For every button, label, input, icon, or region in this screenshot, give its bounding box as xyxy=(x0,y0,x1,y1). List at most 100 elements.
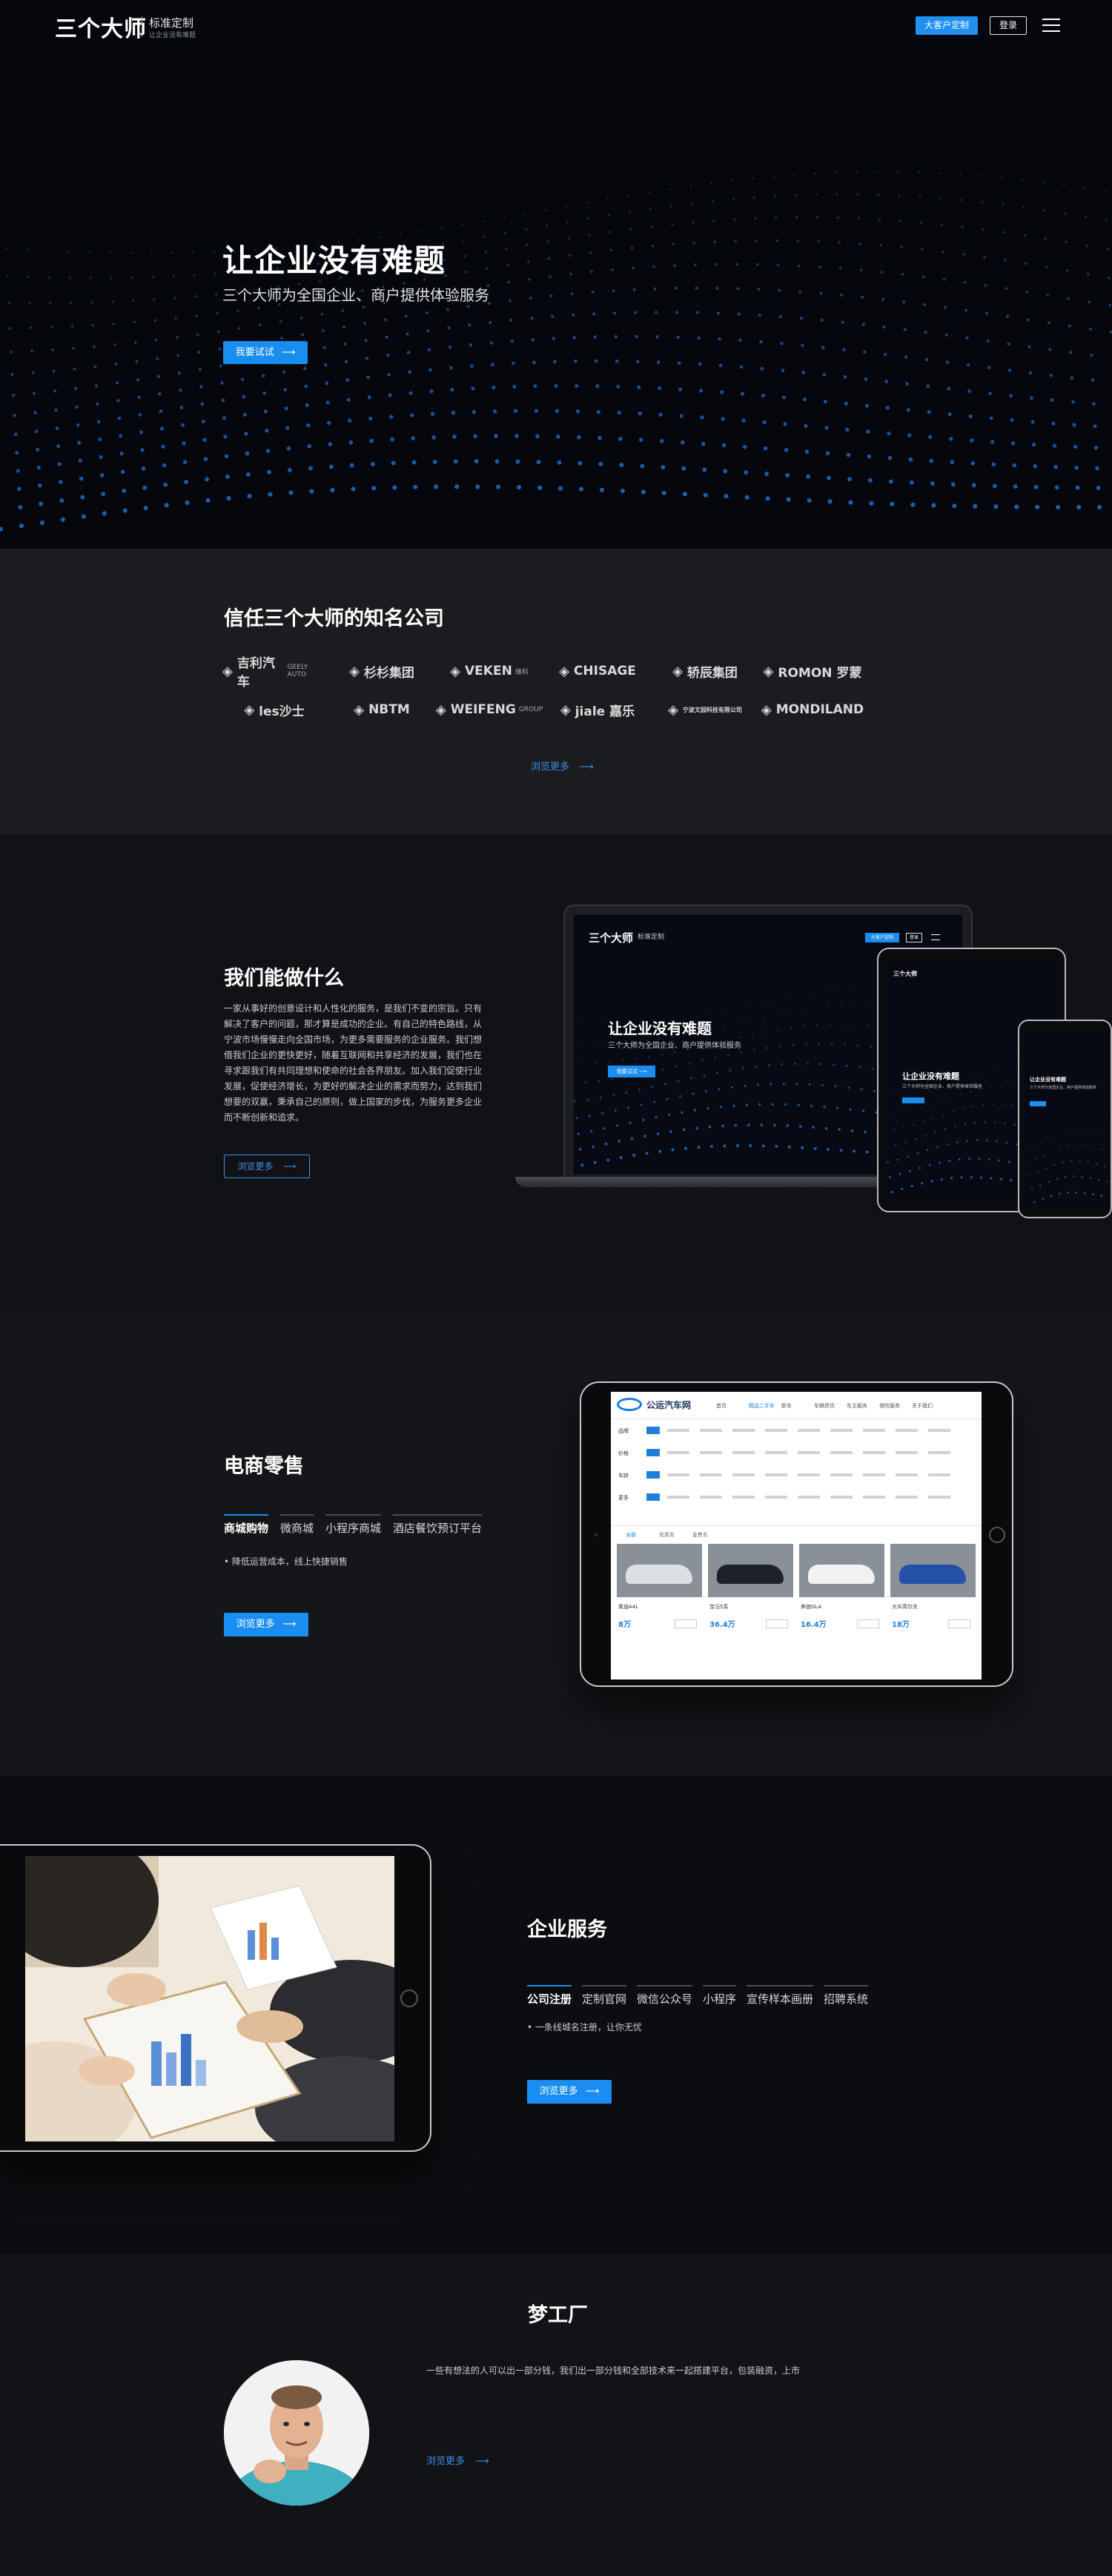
tab-ecom-tabs-1[interactable]: 微商城 xyxy=(280,1514,314,1536)
particle-dot xyxy=(829,1023,831,1026)
particle-dot xyxy=(1076,504,1082,509)
hero-title: 让企业没有难题 xyxy=(222,242,446,279)
particle-dot xyxy=(775,239,779,242)
particle-dot xyxy=(604,1142,608,1146)
particle-dot xyxy=(596,409,600,415)
particle-dot xyxy=(825,451,830,456)
particle-dot xyxy=(429,389,434,394)
particle-dot xyxy=(58,480,63,484)
particle-dot xyxy=(967,1077,970,1079)
company-logo-name: NBTM xyxy=(368,702,410,717)
particle-dot xyxy=(799,317,803,320)
car-name: 奔驰GLA xyxy=(801,1604,822,1610)
particle-dot xyxy=(78,458,82,463)
particle-dot xyxy=(1033,463,1038,469)
tab-ecom-tabs-3[interactable]: 酒店餐饮预订平台 xyxy=(393,1514,483,1536)
tab-ent-tabs-3[interactable]: 小程序 xyxy=(703,1985,737,2007)
particle-dot xyxy=(573,359,577,363)
ent-more-button[interactable]: 浏览更多 ⟶ xyxy=(527,2080,612,2104)
hero-try-button[interactable]: 我要试试 ⟶ xyxy=(223,341,308,364)
particle-dot xyxy=(834,1085,837,1088)
dream-more-link[interactable]: 浏览更多 ⟶ xyxy=(426,2453,489,2467)
tab-ecom-tabs-0[interactable]: 商城购物 xyxy=(224,1514,269,1536)
particle-dot xyxy=(174,317,177,320)
particle-dot xyxy=(153,298,156,301)
car-site-name: 公运汽车网 xyxy=(646,1400,692,1410)
particle-dot xyxy=(594,1042,596,1044)
particle-dot xyxy=(282,370,286,374)
particle-dot xyxy=(99,473,105,478)
particle-dot xyxy=(111,300,114,303)
particle-dot xyxy=(1077,1100,1079,1101)
particle-dot xyxy=(999,1086,1002,1088)
particle-dot xyxy=(608,214,610,217)
particle-dot xyxy=(638,437,643,443)
particle-dot xyxy=(1106,1180,1108,1183)
particle-dot xyxy=(671,223,674,226)
car-body xyxy=(808,1565,875,1584)
ecommerce-section: 电商零售 商城购物 微商城 小程序商城 酒店餐饮预订平台 • 降低运营成本，线上快捷销… xyxy=(0,1312,1112,1776)
particle-dot xyxy=(37,483,42,488)
particle-dot xyxy=(156,357,159,360)
particle-dot xyxy=(322,329,325,333)
particle-dot xyxy=(390,437,395,442)
tab-ent-tabs-1[interactable]: 定制官网 xyxy=(582,1985,627,2007)
particle-dot xyxy=(1043,209,1046,211)
particle-dot xyxy=(1074,465,1079,470)
tab-ent-tabs-5[interactable]: 招聘系统 xyxy=(824,1985,869,2007)
car-filter-option xyxy=(798,1496,820,1499)
particle-dot xyxy=(449,366,453,370)
particle-dot xyxy=(577,435,581,440)
particle-dot xyxy=(1091,378,1095,382)
particle-dot xyxy=(804,1043,807,1046)
particle-dot xyxy=(992,1103,994,1106)
particle-dot xyxy=(1005,1141,1008,1144)
vip-custom-button[interactable]: 大客户定制 xyxy=(916,16,978,35)
login-button[interactable]: 登录 xyxy=(990,16,1027,35)
particle-dot xyxy=(141,466,146,471)
particle-dot xyxy=(1085,1144,1087,1146)
what-more-button[interactable]: 浏览更多 ⟶ xyxy=(224,1155,310,1178)
particle-dot xyxy=(34,429,39,434)
particle-dot xyxy=(504,231,507,234)
particle-dot xyxy=(90,301,93,304)
ecom-more-button[interactable]: 浏览更多 ⟶ xyxy=(224,1613,308,1637)
particle-dot xyxy=(268,492,273,497)
company-logo-sub: 维科 xyxy=(514,668,529,676)
trust-more-link[interactable]: 浏览更多 ⟶ xyxy=(531,759,594,773)
particle-dot xyxy=(196,333,199,337)
particle-dot xyxy=(570,292,574,296)
particle-dot xyxy=(885,406,890,410)
company-logo-name: VEKEN xyxy=(465,664,512,678)
brand-logo[interactable]: 三个大师 xyxy=(55,10,147,43)
particle-dot xyxy=(280,337,284,340)
particle-dot xyxy=(1026,1160,1028,1163)
particle-dot xyxy=(781,395,787,400)
particle-dot xyxy=(1083,187,1086,190)
particle-dot xyxy=(744,1084,747,1088)
arrow-right-icon: ⟶ xyxy=(585,2086,600,2097)
particle-dot xyxy=(966,1063,967,1066)
particle-dot xyxy=(835,171,837,174)
particle-dot xyxy=(684,1146,687,1150)
particle-dot xyxy=(584,1081,587,1083)
particle-dot xyxy=(609,248,613,252)
particle-dot xyxy=(391,460,396,466)
particle-dot xyxy=(692,1092,695,1095)
hero-subtitle: 三个大师为全国企业、商户提供体验服务 xyxy=(222,286,489,304)
tab-ecom-tabs-2[interactable]: 小程序商城 xyxy=(325,1514,382,1536)
tab-ent-tabs-2[interactable]: 微信公众号 xyxy=(637,1985,693,2007)
particle-dot xyxy=(697,336,701,340)
tab-ent-tabs-4[interactable]: 宣传样本画册 xyxy=(747,1985,814,2007)
particle-dot xyxy=(1002,203,1005,206)
particle-dot xyxy=(612,1094,615,1097)
particle-dot xyxy=(1059,1148,1062,1149)
geely-logo-icon: ◈ xyxy=(222,663,233,679)
particle-dot xyxy=(960,199,963,202)
particle-dot xyxy=(198,368,202,371)
hamburger-menu-icon[interactable] xyxy=(1042,19,1060,32)
particle-dot xyxy=(59,498,64,503)
particle-dot xyxy=(507,280,511,284)
particle-dot xyxy=(369,438,374,443)
tab-ent-tabs-0[interactable]: 公司注册 xyxy=(527,1985,572,2007)
